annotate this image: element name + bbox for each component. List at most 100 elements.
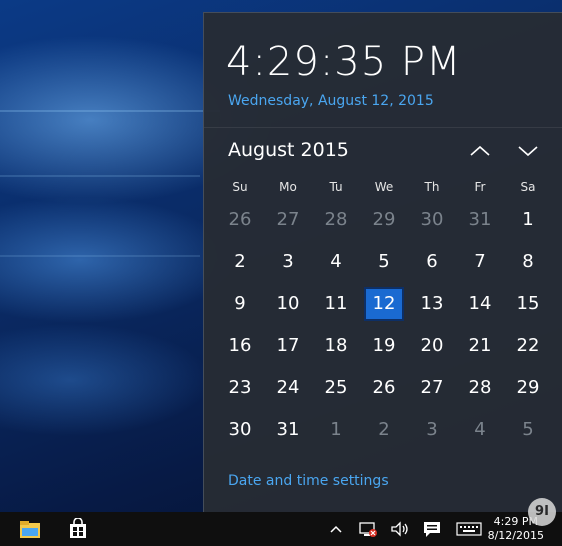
calendar-day[interactable]: 4 [312,241,360,283]
calendar-day-number: 29 [516,377,540,398]
calendar-day-number: 2 [234,251,246,272]
calendar-day-number: 6 [426,251,438,272]
calendar-day[interactable]: 1 [312,409,360,451]
calendar-day[interactable]: 30 [408,199,456,241]
weekday-label: Th [424,180,440,194]
calendar-day[interactable]: 10 [264,283,312,325]
store-icon [70,518,86,538]
calendar-day-number: 1 [522,209,534,230]
calendar-day-number: 3 [282,251,294,272]
calendar-day-number: 4 [330,251,342,272]
calendar-day[interactable]: 7 [456,241,504,283]
calendar-week-row: 16 17 18 19 20 21 22 [216,325,552,367]
volume-button[interactable] [386,516,414,542]
calendar-day[interactable]: 3 [408,409,456,451]
next-month-button[interactable] [514,139,542,163]
calendar-week-row: 30 31 1 2 3 4 5 [216,409,552,451]
calendar-day-number: 1 [330,419,342,440]
calendar-day[interactable]: 29 [504,367,552,409]
calendar-day[interactable]: 3 [264,241,312,283]
network-button[interactable] [354,516,382,542]
touch-keyboard-button[interactable] [454,516,484,542]
wallpaper-light-beam [0,110,220,112]
calendar-day-number: 29 [372,209,396,230]
calendar-day-number: 13 [420,293,444,314]
calendar-day-number: 11 [324,293,348,314]
calendar-day-number: 9 [234,293,246,314]
chevron-up-icon [470,145,490,156]
weekday-label: We [374,180,394,194]
calendar-day-number: 3 [426,419,438,440]
calendar-day[interactable]: 1 [504,199,552,241]
file-explorer-button[interactable] [16,516,44,542]
calendar-day[interactable]: 13 [408,283,456,325]
calendar-day[interactable]: 28 [456,367,504,409]
wallpaper-light-beam [0,255,200,257]
calendar-day[interactable]: 16 [216,325,264,367]
month-label[interactable]: August 2015 [228,139,349,161]
calendar-day-number: 30 [228,419,252,440]
calendar-day-number: 22 [516,335,540,356]
chevron-down-icon [518,146,538,157]
calendar-day[interactable]: 31 [264,409,312,451]
calendar-day-number: 24 [276,377,300,398]
calendar-day[interactable]: 26 [360,367,408,409]
calendar-day[interactable]: 2 [216,241,264,283]
store-button[interactable] [64,516,92,542]
calendar-day[interactable]: 31 [456,199,504,241]
calendar-day[interactable]: 22 [504,325,552,367]
calendar-day[interactable]: 23 [216,367,264,409]
weekday-label: Sa [520,180,536,194]
calendar-day[interactable]: 21 [456,325,504,367]
calendar-day[interactable]: 6 [408,241,456,283]
calendar-week-row: 9 10 11 12 13 14 15 [216,283,552,325]
volume-icon [391,521,408,537]
show-hidden-icons-icon [330,525,342,533]
previous-month-button[interactable] [466,139,494,163]
calendar-day[interactable]: 29 [360,199,408,241]
calendar-day-number: 27 [276,209,300,230]
calendar-day[interactable]: 11 [312,283,360,325]
calendar-week-row: 23 24 25 26 27 28 29 [216,367,552,409]
wallpaper-light-beam [0,175,200,177]
calendar-day[interactable]: 27 [408,367,456,409]
file-explorer-icon [20,521,40,538]
calendar-day[interactable]: 2 [360,409,408,451]
weekday-header-row: Su Mo Tu We Th Fr Sa [216,175,552,199]
calendar-day[interactable]: 8 [504,241,552,283]
calendar-day[interactable]: 5 [504,409,552,451]
calendar-day[interactable]: 9 [216,283,264,325]
calendar-grid: Su Mo Tu We Th Fr Sa 26 27 28 29 30 31 1 2 3 4 5 6 7 8 9 10 11… [216,175,552,451]
calendar-day-number: 26 [228,209,252,230]
calendar-day[interactable]: 15 [504,283,552,325]
calendar-day[interactable]: 30 [216,409,264,451]
calendar-day[interactable]: 24 [264,367,312,409]
action-center-button[interactable] [418,516,446,542]
action-center-icon [424,522,440,537]
calendar-day[interactable]: 28 [312,199,360,241]
calendar-day-today[interactable]: 12 [360,283,408,325]
calendar-day-number: 26 [372,377,396,398]
calendar-day[interactable]: 18 [312,325,360,367]
calendar-day-number: 8 [522,251,534,272]
calendar-day-number: 28 [468,377,492,398]
calendar-day-number: 28 [324,209,348,230]
calendar-day[interactable]: 19 [360,325,408,367]
calendar-day-number: 20 [420,335,444,356]
current-long-date[interactable]: Wednesday, August 12, 2015 [228,93,434,109]
calendar-day[interactable]: 4 [456,409,504,451]
calendar-day[interactable]: 20 [408,325,456,367]
calendar-day[interactable]: 14 [456,283,504,325]
calendar-day[interactable]: 26 [216,199,264,241]
show-hidden-icons-button[interactable] [322,516,350,542]
weekday-label: Fr [474,180,486,194]
calendar-day-number: 19 [372,335,396,356]
taskbar-date: 8/12/2015 [487,529,544,542]
calendar-day-number: 25 [324,377,348,398]
calendar-day[interactable]: 5 [360,241,408,283]
calendar-day-number: 7 [474,251,486,272]
calendar-day[interactable]: 25 [312,367,360,409]
calendar-day[interactable]: 17 [264,325,312,367]
date-time-settings-link[interactable]: Date and time settings [228,473,389,489]
calendar-day[interactable]: 27 [264,199,312,241]
